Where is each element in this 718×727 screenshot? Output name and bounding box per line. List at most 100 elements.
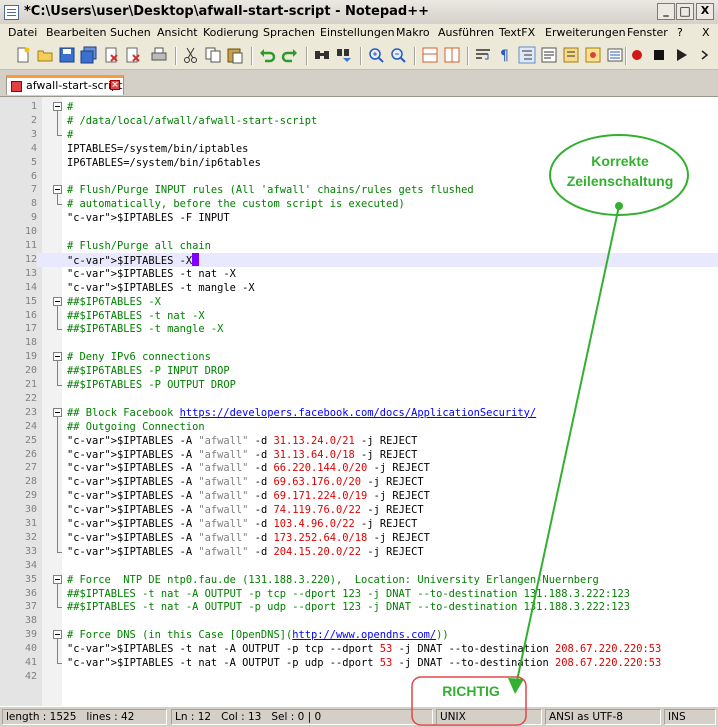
code-line[interactable]: 13 "c-var">$IPTABLES -t nat -X xyxy=(0,267,718,281)
fold-toggle-icon[interactable] xyxy=(53,185,62,195)
open-file-icon[interactable] xyxy=(36,46,54,64)
record-macro-icon[interactable] xyxy=(628,46,646,64)
code-line[interactable]: 35 # Force NTP DE ntp0.fau.de (131.188.3.… xyxy=(0,573,718,587)
menu-bearbeiten[interactable]: Bearbeiten xyxy=(46,26,106,39)
sync-horizontal-icon[interactable] xyxy=(443,46,461,64)
cut-icon[interactable] xyxy=(182,46,200,64)
code-line[interactable]: 25 "c-var">$IPTABLES -A "afwall" -d 31.13… xyxy=(0,434,718,448)
code-line[interactable]: 27 "c-var">$IPTABLES -A "afwall" -d 66.22… xyxy=(0,461,718,475)
code-line[interactable]: 23 ## Block Facebook https://developers.f… xyxy=(0,406,718,420)
code-line[interactable]: 41 "c-var">$IPTABLES -t nat -A OUTPUT -p … xyxy=(0,656,718,670)
menu-ausfuehren[interactable]: Ausführen xyxy=(438,26,494,39)
code-line[interactable]: 37 ##$IPTABLES -t nat -A OUTPUT -p udp --… xyxy=(0,600,718,614)
play-macro-icon[interactable] xyxy=(672,46,690,64)
menu-sprachen[interactable]: Sprachen xyxy=(263,26,315,39)
fold-toggle-icon[interactable] xyxy=(53,102,62,111)
code-line[interactable]: 10 xyxy=(0,225,718,239)
line-number: 21 xyxy=(24,379,37,390)
function-list-icon[interactable] xyxy=(584,46,602,64)
menu-ansicht[interactable]: Ansicht xyxy=(157,26,198,39)
chevron-right-icon[interactable] xyxy=(696,46,714,64)
fold-toggle-icon[interactable] xyxy=(53,630,62,640)
save-icon[interactable] xyxy=(58,46,76,64)
new-file-icon[interactable] xyxy=(14,46,32,64)
code-line[interactable]: 12 "c-var">$IPTABLES -X xyxy=(0,252,718,267)
code-line[interactable]: 36 ##$IPTABLES -t nat -A OUTPUT -p tcp --… xyxy=(0,587,718,601)
code-line[interactable]: 9 "c-var">$IPTABLES -F INPUT xyxy=(0,211,718,225)
code-line[interactable]: 42 xyxy=(0,670,718,684)
code-line[interactable]: 16 ##$IP6TABLES -t nat -X xyxy=(0,309,718,323)
stop-macro-icon[interactable] xyxy=(650,46,668,64)
maximize-button[interactable]: □ xyxy=(676,3,694,20)
fold-toggle-icon[interactable] xyxy=(53,352,62,362)
code-line[interactable]: 22 xyxy=(0,392,718,406)
menu-makro[interactable]: Makro xyxy=(396,26,430,39)
code-line[interactable]: 19 # Deny IPv6 connections xyxy=(0,350,718,364)
indent-guide-icon[interactable] xyxy=(518,46,536,64)
find-icon[interactable] xyxy=(313,46,331,64)
tab-afwall-start-script[interactable]: afwall-start-script × xyxy=(6,75,124,95)
code-line[interactable]: 29 "c-var">$IPTABLES -A "afwall" -d 69.17… xyxy=(0,489,718,503)
undo-icon[interactable] xyxy=(258,46,276,64)
code-line[interactable]: 2 # /data/local/afwall/afwall-start-scrip… xyxy=(0,114,718,128)
print-icon[interactable] xyxy=(150,46,168,64)
code-line[interactable]: 34 xyxy=(0,559,718,573)
doc-map-icon[interactable] xyxy=(562,46,580,64)
code-line[interactable]: 1 # xyxy=(0,100,718,114)
word-wrap-icon[interactable] xyxy=(474,46,492,64)
code-line[interactable]: 26 "c-var">$IPTABLES -A "afwall" -d 31.13… xyxy=(0,448,718,462)
fold-toggle-icon[interactable] xyxy=(53,296,62,306)
close-button[interactable]: X xyxy=(696,3,714,20)
udl-icon[interactable] xyxy=(540,46,558,64)
code-line[interactable]: 30 "c-var">$IPTABLES -A "afwall" -d 74.11… xyxy=(0,503,718,517)
fold-toggle-icon[interactable] xyxy=(53,574,62,584)
title-bar: *C:\Users\user\Desktop\afwall-start-scri… xyxy=(0,0,718,26)
code-line[interactable]: 8 # automatically, before the custom scri… xyxy=(0,197,718,211)
sync-vertical-icon[interactable] xyxy=(421,46,439,64)
menu-suchen[interactable]: Suchen xyxy=(110,26,151,39)
folder-workspace-icon[interactable] xyxy=(606,46,624,64)
code-line[interactable]: 15 ##$IP6TABLES -X xyxy=(0,295,718,309)
zoom-out-icon[interactable] xyxy=(389,46,407,64)
unsaved-file-icon xyxy=(11,81,22,92)
code-line[interactable]: 21 ##$IP6TABLES -P OUTPUT DROP xyxy=(0,378,718,392)
fold-toggle-icon[interactable] xyxy=(53,407,62,417)
code-line[interactable]: 31 "c-var">$IPTABLES -A "afwall" -d 103.4… xyxy=(0,517,718,531)
copy-icon[interactable] xyxy=(204,46,222,64)
menu-datei[interactable]: Datei xyxy=(8,26,37,39)
code-line[interactable]: 20 ##$IP6TABLES -P INPUT DROP xyxy=(0,364,718,378)
zoom-in-icon[interactable] xyxy=(367,46,385,64)
redo-icon[interactable] xyxy=(281,46,299,64)
status-eol[interactable]: UNIX xyxy=(436,709,542,725)
tab-close-icon[interactable]: × xyxy=(110,80,120,90)
menu-erweiterungen[interactable]: Erweiterungen xyxy=(545,26,626,39)
replace-icon[interactable] xyxy=(335,46,353,64)
menu-kodierung[interactable]: Kodierung xyxy=(203,26,259,39)
code-line[interactable]: 14 "c-var">$IPTABLES -t mangle -X xyxy=(0,281,718,295)
code-line[interactable]: 28 "c-var">$IPTABLES -A "afwall" -d 69.63… xyxy=(0,475,718,489)
close-all-icon[interactable] xyxy=(124,46,142,64)
menu-textfx[interactable]: TextFX xyxy=(499,26,535,39)
code-line[interactable]: 11 # Flush/Purge all chain xyxy=(0,239,718,253)
paste-icon[interactable] xyxy=(226,46,244,64)
status-encoding[interactable]: ANSI as UTF-8 xyxy=(545,709,661,725)
minimize-button[interactable]: _ xyxy=(657,3,675,20)
status-insert-mode[interactable]: INS xyxy=(664,709,716,725)
menu-einstellungen[interactable]: Einstellungen xyxy=(320,26,395,39)
show-all-chars-icon[interactable]: ¶ xyxy=(496,46,514,64)
menu-fenster[interactable]: Fenster xyxy=(627,26,668,39)
code-line[interactable]: 17 ##$IP6TABLES -t mangle -X xyxy=(0,322,718,336)
menu-help[interactable]: ? xyxy=(677,26,683,39)
code-line[interactable]: 39 # Force DNS (in this Case [OpenDNS](ht… xyxy=(0,628,718,642)
code-line[interactable]: 3 # xyxy=(0,128,718,142)
code-line[interactable]: 33 "c-var">$IPTABLES -A "afwall" -d 204.1… xyxy=(0,545,718,559)
close-file-icon[interactable] xyxy=(102,46,120,64)
notepadpp-icon[interactable] xyxy=(4,5,19,20)
save-all-icon[interactable] xyxy=(80,46,98,64)
code-line[interactable]: 32 "c-var">$IPTABLES -A "afwall" -d 173.2… xyxy=(0,531,718,545)
code-line[interactable]: 24 ## Outgoing Connection xyxy=(0,420,718,434)
code-line[interactable]: 38 xyxy=(0,614,718,628)
menu-close-document[interactable]: X xyxy=(702,26,710,39)
code-line[interactable]: 40 "c-var">$IPTABLES -t nat -A OUTPUT -p … xyxy=(0,642,718,656)
code-line[interactable]: 18 xyxy=(0,336,718,350)
